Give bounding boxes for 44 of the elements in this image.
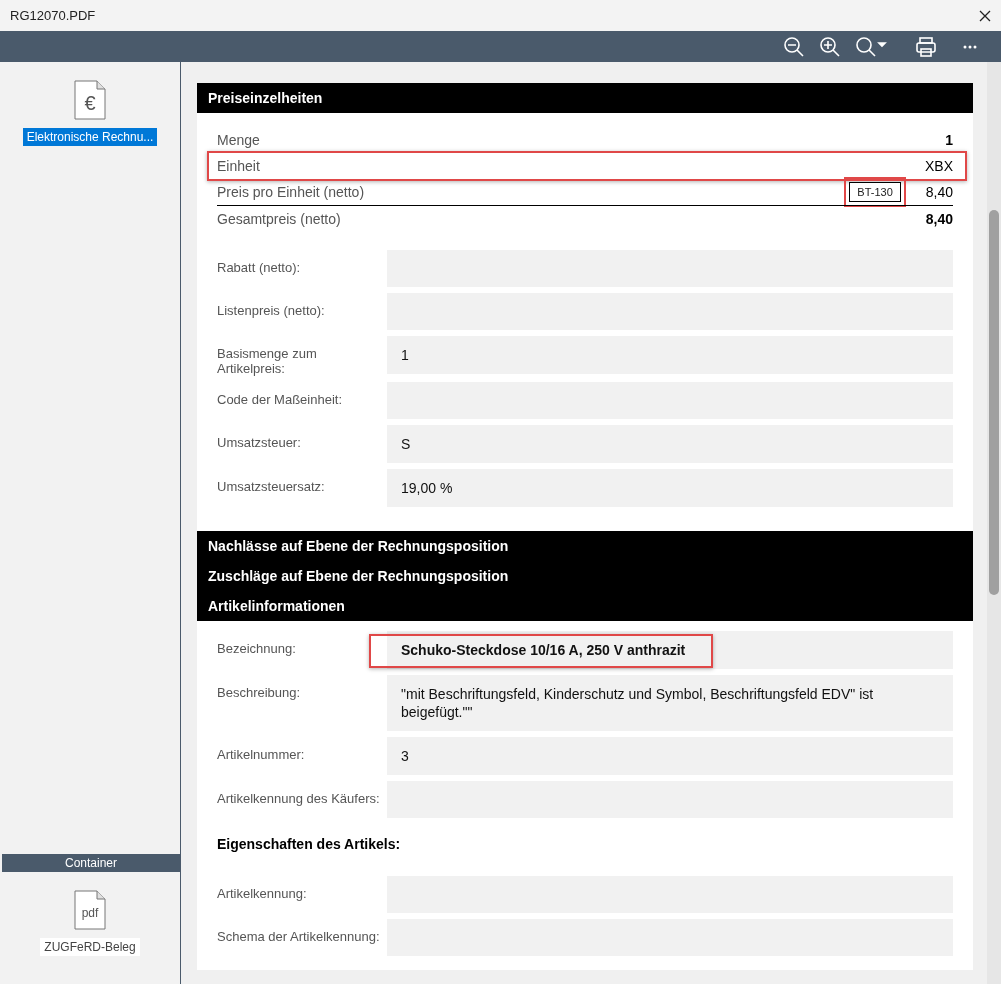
- value-field: 1: [387, 336, 953, 374]
- field-label: Code der Maßeinheit:: [217, 391, 343, 407]
- row-label: Gesamtpreis (netto): [217, 211, 341, 227]
- row-value: 8,40: [925, 184, 953, 200]
- subheading: Eigenschaften des Artikels:: [217, 835, 402, 854]
- field-label: Artikelkennung des Käufers:: [217, 790, 381, 806]
- scrollbar[interactable]: [987, 62, 1001, 984]
- attachment-item[interactable]: Elektronische Rechnu...: [22, 128, 158, 146]
- zoom-menu-button[interactable]: [853, 34, 889, 59]
- field-label: Schema der Artikelkennung:: [217, 928, 381, 944]
- row-value: 8,40: [925, 211, 953, 227]
- field-label: Umsatzsteuer:: [217, 434, 302, 450]
- close-icon[interactable]: [979, 9, 991, 22]
- more-icon: [963, 44, 977, 49]
- section-header[interactable]: Nachlässe auf Ebene der Rechnungsposition: [197, 531, 973, 561]
- field-label: Artikelkennung:: [217, 885, 308, 901]
- section-header: Artikelinformationen: [197, 591, 973, 621]
- row-value: 1: [945, 132, 953, 148]
- value-field: S: [387, 425, 953, 463]
- row-label: Menge: [217, 132, 260, 148]
- field-label: Basismenge zum Artikelpreis:: [217, 345, 318, 376]
- field-label: Beschreibung:: [217, 684, 302, 700]
- document-icon: [74, 890, 106, 930]
- section-header[interactable]: Zuschläge auf Ebene der Rechnungsposition: [197, 561, 973, 591]
- container-header: Container: [2, 854, 180, 872]
- field-label: Rabatt (netto):: [217, 259, 302, 275]
- field-label: Artikelnummer:: [217, 746, 306, 762]
- attachment-item[interactable]: ZUGFeRD-Beleg: [40, 938, 140, 956]
- value-field: 3: [387, 737, 953, 775]
- window-title: RG12070.PDF: [10, 8, 96, 23]
- section-header: Preiseinzelheiten: [197, 83, 973, 113]
- row-label: Preis pro Einheit (netto): [217, 184, 365, 200]
- row-label: Einheit: [217, 158, 260, 174]
- document-icon: [74, 80, 106, 120]
- field-label: Listenpreis (netto):: [217, 302, 326, 318]
- field-label: Bezeichnung:: [217, 640, 297, 656]
- icon-text: pdf: [81, 906, 99, 920]
- print-button[interactable]: [913, 34, 939, 59]
- field-label: Umsatzsteuersatz:: [217, 478, 326, 494]
- value-field: 19,00 %: [387, 469, 953, 507]
- field-code-tag: BT-130: [849, 182, 901, 202]
- value-field: "mit Beschriftungsfeld, Kinderschutz und Symbol, Beschriftungsfeld EDV" ist beigefügt."": [387, 675, 953, 731]
- icon-text: €: [84, 91, 96, 115]
- row-value: XBX: [925, 158, 953, 174]
